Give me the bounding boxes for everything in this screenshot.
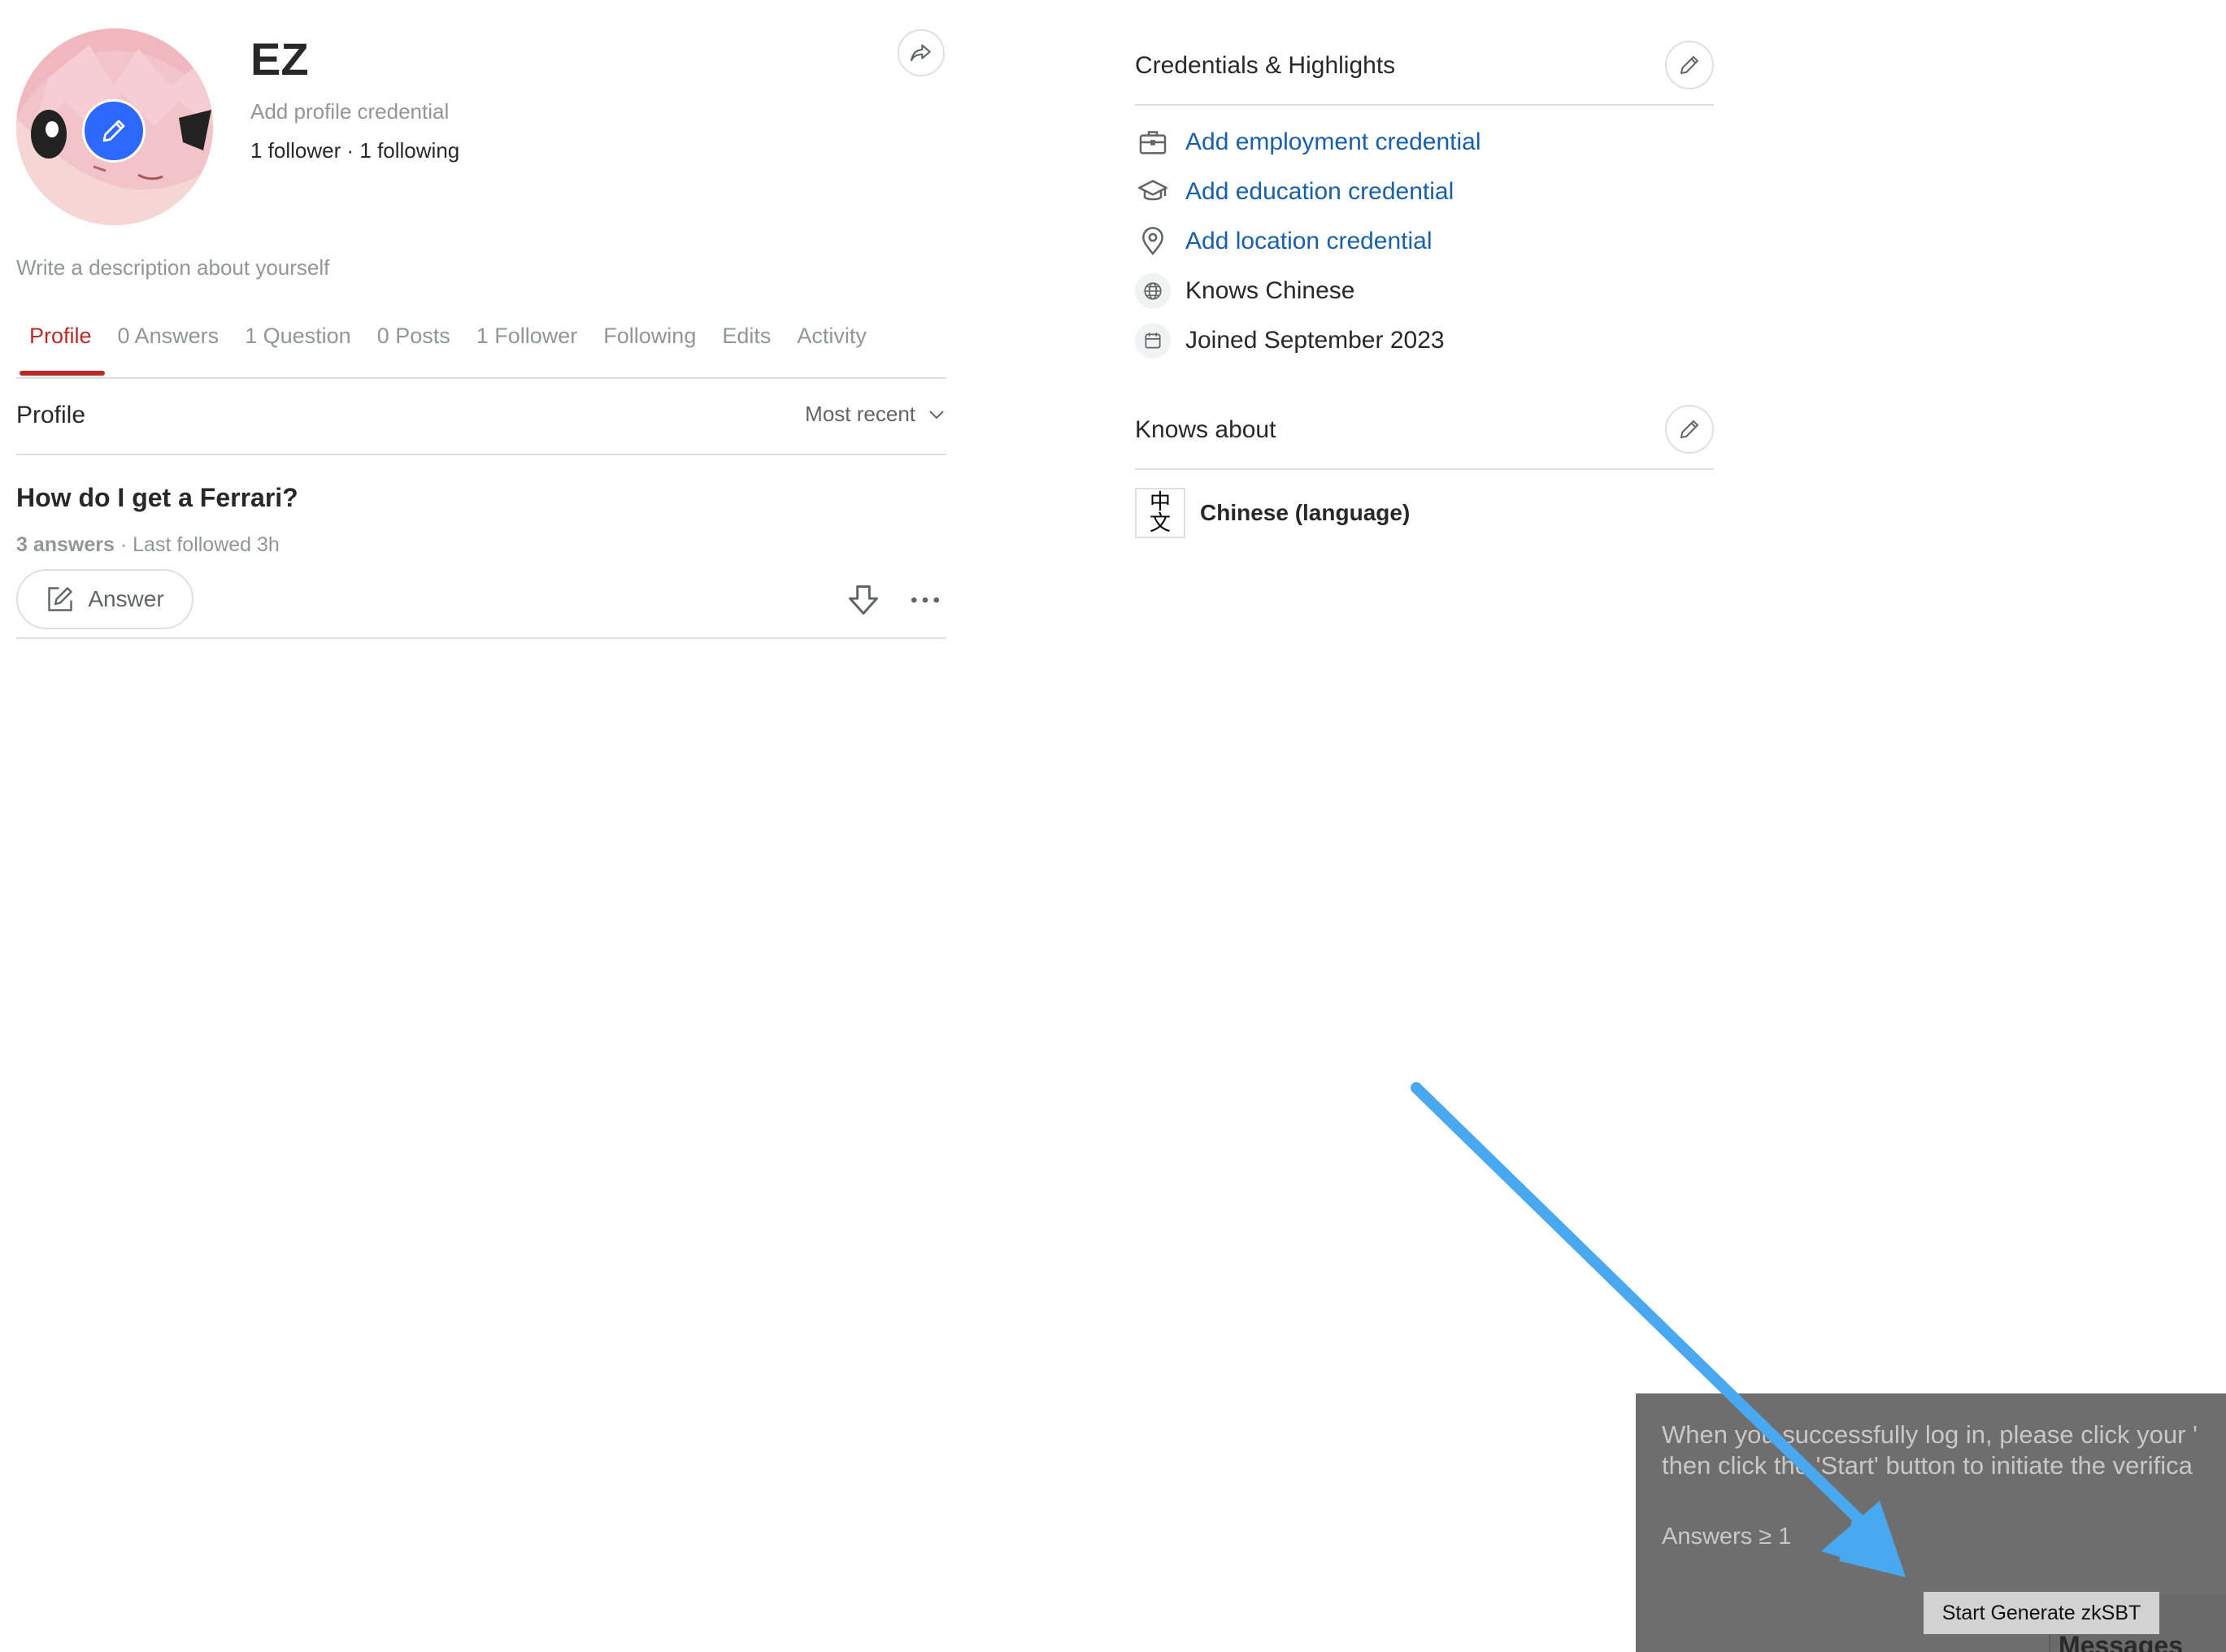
item-divider [16,637,946,639]
last-followed: · Last followed 3h [114,533,280,556]
credential-row-education[interactable]: Add education credential [1135,172,1454,212]
globe-icon [1135,273,1171,309]
answer-button[interactable]: Answer [16,569,193,629]
graduation-cap-icon [1135,174,1171,210]
follow-separator: · [341,138,360,163]
tab-followers[interactable]: 1 Follower [463,319,591,372]
followers-link[interactable]: 1 follower [250,138,341,163]
topic-name: Chinese (language) [1200,500,1411,525]
credential-row-location[interactable]: Add location credential [1135,221,1433,262]
topic-image: 中 文 [1135,488,1185,538]
overlay-instruction-line-2: then click the 'Start' button to initiat… [1662,1451,2193,1480]
credentials-title: Credentials & Highlights [1135,52,1396,79]
share-profile-button[interactable] [898,29,945,76]
chevron-down-icon [929,410,944,419]
share-arrow-icon [910,44,931,62]
credentials-header: Credentials & Highlights [1135,33,1714,106]
overlay-instruction-line-1: When you successfully log in, please cli… [1662,1420,2198,1449]
credential-row-joined: Joined September 2023 [1135,320,1445,361]
add-education-credential-link[interactable]: Add education credential [1185,178,1454,206]
zksbt-overlay-panel: When you successfully log in, please cli… [1636,1393,2226,1652]
tab-profile[interactable]: Profile [16,319,105,376]
pencil-icon [1680,56,1698,74]
tab-answers[interactable]: 0 Answers [105,319,233,372]
credential-row-language: Knows Chinese [1135,271,1354,311]
tab-edits[interactable]: Edits [709,319,784,372]
question-title[interactable]: How do I get a Ferrari? [16,483,298,513]
add-profile-credential-link[interactable]: Add profile credential [250,99,449,124]
tab-following[interactable]: Following [590,319,709,372]
more-options-icon[interactable] [907,582,943,618]
downvote-icon[interactable] [846,582,881,618]
overlay-requirement: Answers ≥ 1 [1662,1524,1792,1550]
location-pin-icon [1135,224,1171,259]
question-meta: 3 answers · Last followed 3h [16,533,280,557]
topic-chinese-language[interactable]: 中 文 Chinese (language) [1135,488,1410,538]
briefcase-icon [1135,124,1171,160]
sort-label: Most recent [805,402,915,426]
tab-posts[interactable]: 0 Posts [364,319,463,372]
credential-row-employment[interactable]: Add employment credential [1135,122,1481,163]
language-credential: Knows Chinese [1185,277,1355,304]
add-employment-credential-link[interactable]: Add employment credential [1185,128,1481,156]
following-link[interactable]: 1 following [359,138,459,163]
follow-stats: 1 follower · 1 following [250,138,459,163]
write-answer-icon [48,587,73,611]
pencil-icon [1680,420,1698,438]
tab-questions[interactable]: 1 Question [232,319,364,372]
pencil-icon [102,120,125,142]
add-location-credential-link[interactable]: Add location credential [1185,228,1433,255]
knows-about-title: Knows about [1135,416,1276,443]
tab-activity[interactable]: Activity [784,319,880,372]
calendar-icon [1135,323,1171,359]
start-generate-zksbt-button[interactable]: Start Generate zkSBT [1924,1592,2159,1634]
answer-count[interactable]: 3 answers [16,533,115,556]
topic-glyph-bottom: 文 [1149,511,1171,536]
feed-header: Profile Most recent [16,377,946,455]
edit-knows-about-button[interactable] [1665,405,1714,454]
overlay-instructions: When you successfully log in, please cli… [1662,1419,2226,1481]
feed-section-title: Profile [16,402,86,428]
answer-button-label: Answer [88,586,164,611]
joined-date: Joined September 2023 [1185,327,1445,354]
profile-name: EZ [250,33,309,85]
knows-about-header: Knows about [1135,397,1714,470]
profile-tabs: Profile 0 Answers 1 Question 0 Posts 1 F… [16,319,946,379]
description-prompt[interactable]: Write a description about yourself [16,255,329,280]
sort-dropdown[interactable]: Most recent [805,402,946,427]
topic-glyph-top: 中 [1149,490,1171,515]
edit-avatar-button[interactable] [82,99,146,163]
edit-credentials-button[interactable] [1665,41,1714,89]
